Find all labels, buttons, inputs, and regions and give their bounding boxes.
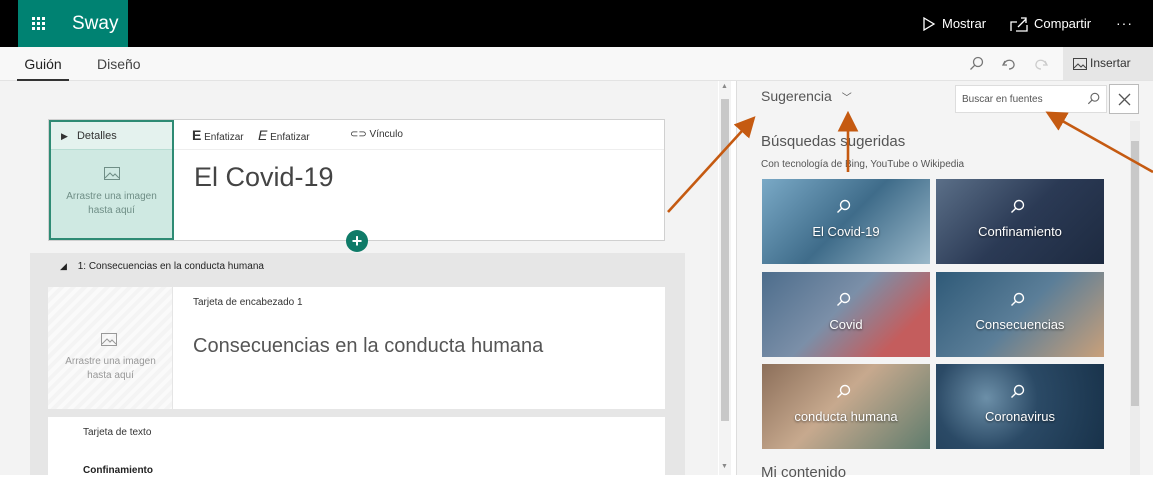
annotation-arrow bbox=[1045, 111, 1153, 174]
annotation-arrows bbox=[667, 110, 1153, 213]
annotation-arrow bbox=[667, 116, 756, 213]
